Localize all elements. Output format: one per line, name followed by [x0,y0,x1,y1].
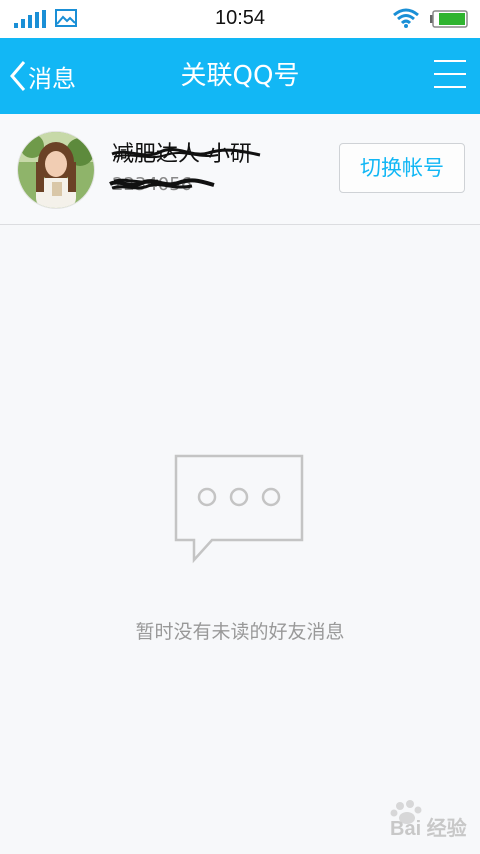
avatar[interactable] [17,131,95,209]
back-label: 消息 [28,64,76,93]
nav-bar: 消息 关联QQ号 [0,38,480,114]
back-button[interactable]: 消息 [10,38,76,114]
avatar-photo [18,132,94,208]
account-row: 减肥达人-小研 2234056 切换帐号 [0,114,480,225]
menu-icon[interactable] [434,60,466,88]
chevron-left-icon [10,61,26,91]
wifi-icon [393,8,419,28]
status-bar: 10:54 [0,0,480,38]
redaction-scribble [111,147,261,159]
switch-account-button[interactable]: 切换帐号 [339,143,465,193]
chat-bubble-icon [174,454,304,564]
watermark-text: Bai 经验 [390,818,467,840]
empty-message: 暂时没有未读的好友消息 [135,621,345,643]
battery-icon [430,10,468,28]
redaction-scribble [109,178,215,190]
